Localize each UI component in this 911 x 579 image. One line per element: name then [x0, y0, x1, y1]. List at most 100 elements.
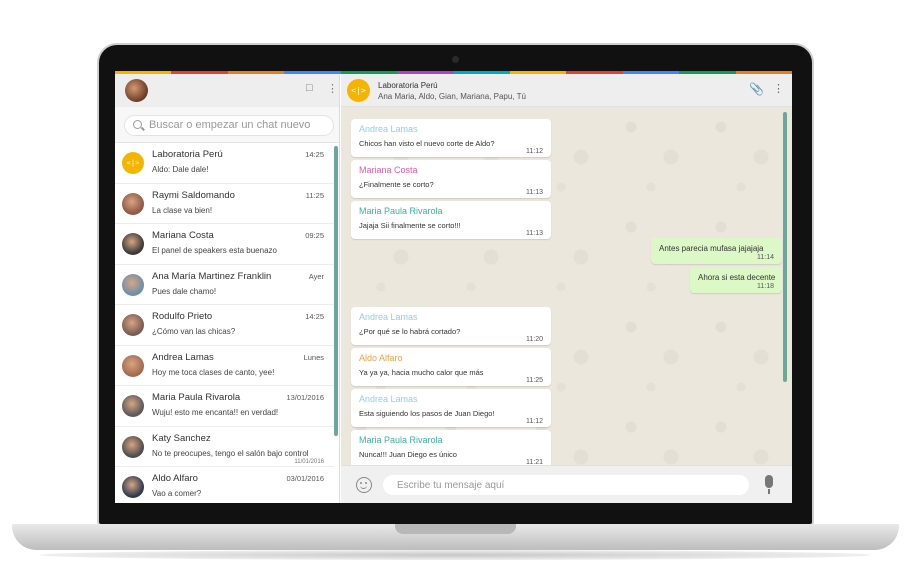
avatar — [122, 273, 144, 296]
chat-preview: La clase va bien! — [152, 205, 213, 215]
emoji-icon[interactable] — [356, 477, 372, 493]
avatar — [122, 233, 144, 255]
message-text: Antes parecia mufasa jajajaja — [659, 244, 764, 253]
avatar[interactable] — [125, 79, 148, 102]
chat-list-item[interactable]: Andrea Lamas Lunes Hoy me toca clases de c… — [115, 346, 334, 386]
incoming-message[interactable]: Andrea Lamas Chicos han visto el nuevo co… — [351, 119, 551, 157]
chat-list: <|> Laboratoria Perú 14:25 Aldo: Dale dale!… — [115, 143, 334, 503]
incoming-message[interactable]: Andrea Lamas Esta siguiendo los pasos de … — [351, 389, 551, 427]
incoming-message[interactable]: Maria Paula Rivarola Nunca!!! Juan Diego … — [351, 430, 551, 465]
chat-list-item[interactable]: Ana María Martinez Franklin Ayer Pues dale… — [115, 265, 334, 305]
whatsapp-web-screen: □ ⋮ <|> Laboratoria Perú 14:25 Aldo: Dale d… — [115, 71, 792, 503]
message-text: Ahora si esta decente — [698, 273, 776, 282]
menu-dots-icon[interactable]: ⋮ — [327, 82, 338, 95]
microphone-icon[interactable] — [765, 475, 773, 494]
conversation-header[interactable]: <|> Laboratoria Perú Ana Maria, Aldo, Gi… — [341, 74, 792, 107]
outgoing-message[interactable]: Antes parecia mufasa jajajaja 11:14 — [651, 238, 782, 264]
chat-time: 09:25 — [305, 231, 324, 240]
message-sender: Andrea Lamas — [359, 394, 418, 404]
chat-preview: El panel de speakers esta buenazo — [152, 246, 277, 255]
laptop-mockup: □ ⋮ <|> Laboratoria Perú 14:25 Aldo: Dale d… — [0, 0, 911, 579]
message-sender: Mariana Costa — [359, 165, 418, 175]
avatar — [122, 476, 144, 498]
chat-name: Rodulfo Prieto — [152, 311, 213, 322]
message-time: 11:13 — [526, 230, 543, 237]
chat-list-item[interactable]: Raymi Saldomando 11:25 La clase va bien! — [115, 184, 334, 224]
message-text: Nunca!!! Juan Diego es único — [359, 450, 457, 459]
chat-list-item[interactable]: <|> Laboratoria Perú 14:25 Aldo: Dale dale! — [115, 143, 334, 184]
avatar — [122, 192, 144, 215]
menu-dots-icon[interactable]: ⋮ — [773, 82, 784, 95]
outgoing-message[interactable]: Ahora si esta decente 11:18 — [690, 267, 782, 293]
avatar — [122, 435, 144, 458]
chat-preview: Vao a comer? — [152, 489, 202, 498]
new-chat-icon[interactable]: □ — [306, 82, 313, 94]
message-text: Chicos han visto el nuevo corte de Aldo? — [359, 139, 495, 148]
incoming-message[interactable]: Andrea Lamas ¿Por qué se lo habrá cortado… — [351, 307, 551, 345]
chat-list-item[interactable]: Rodulfo Prieto 14:25 ¿Cómo van las chicas? — [115, 305, 334, 346]
message-input[interactable] — [383, 475, 749, 495]
chat-preview: Wuju! esto me encanta!! en verdad! — [152, 408, 279, 417]
message-sender: Maria Paula Rivarola — [359, 206, 443, 216]
message-text: ¿Por qué se lo habrá cortado? — [359, 327, 461, 336]
message-text: ¿Finalmente se corto? — [359, 180, 434, 189]
message-area: Andrea Lamas Chicos han visto el nuevo co… — [341, 107, 792, 465]
avatar — [122, 395, 144, 417]
camera-icon — [452, 56, 459, 63]
message-sender: Andrea Lamas — [359, 124, 418, 134]
search-icon — [133, 120, 142, 129]
conversation-scrollbar[interactable] — [783, 112, 787, 382]
chat-time: 14:25 — [305, 312, 324, 321]
incoming-message[interactable]: Maria Paula Rivarola Jajaja Sii finalment… — [351, 201, 551, 239]
chat-name: Katy Sanchez — [152, 432, 211, 444]
laptop-shadow — [40, 550, 871, 560]
chat-time: 11/01/2016 — [294, 458, 324, 465]
chat-time: 13/01/2016 — [286, 393, 324, 402]
chat-time: Lunes — [303, 352, 324, 362]
chat-name: Aldo Alfaro — [152, 473, 198, 484]
message-time: 11:12 — [526, 148, 543, 155]
message-time: 11:25 — [526, 377, 543, 384]
chat-time: 14:25 — [305, 150, 324, 159]
chat-time: Ayer — [308, 271, 324, 281]
chat-list-item[interactable]: Katy Sanchez 11/01/2016 No te preocupes, t… — [115, 427, 334, 467]
chat-name: Maria Paula Rivarola — [152, 392, 241, 403]
chat-preview: ¿Cómo van las chicas? — [152, 327, 236, 336]
chat-name: Andrea Lamas — [152, 351, 214, 363]
message-sender: Aldo Alfaro — [359, 353, 403, 363]
message-time: 11:12 — [526, 418, 543, 425]
chat-sidebar: □ ⋮ <|> Laboratoria Perú 14:25 Aldo: Dale d… — [115, 74, 340, 503]
message-sender: Andrea Lamas — [359, 312, 418, 322]
avatar — [122, 354, 144, 377]
chat-time: 11:25 — [305, 190, 324, 200]
avatar: <|> — [122, 152, 144, 174]
attach-clip-icon[interactable]: 📎 — [749, 82, 764, 96]
chat-name: Ana María Martinez Franklin — [152, 270, 272, 282]
sidebar-header: □ ⋮ — [115, 74, 339, 107]
chat-name: Raymi Saldomando — [152, 189, 235, 201]
chat-preview: No te preocupes, tengo el salón bajo con… — [152, 448, 309, 458]
sidebar-scrollbar[interactable] — [334, 146, 338, 436]
chat-time: 03/01/2016 — [286, 474, 324, 483]
message-text: Jajaja Sii finalmente se corto!!! — [359, 221, 461, 230]
chat-list-item[interactable]: Maria Paula Rivarola 13/01/2016 Wuju! esto… — [115, 386, 334, 427]
chat-list-item[interactable]: Aldo Alfaro 03/01/2016 Vao a comer? — [115, 467, 334, 503]
chat-list-item[interactable]: Mariana Costa 09:25 El panel de speakers e… — [115, 224, 334, 265]
message-composer — [341, 465, 792, 503]
incoming-message[interactable]: Aldo Alfaro Ya ya ya, hacia mucho calor q… — [351, 348, 551, 386]
message-text: Esta siguiendo los pasos de Juan Diego! — [359, 409, 495, 418]
search-box[interactable] — [124, 115, 334, 136]
conversation-panel: <|> Laboratoria Perú Ana Maria, Aldo, Gi… — [341, 74, 792, 503]
chat-preview: Hoy me toca clases de canto, yee! — [152, 367, 275, 377]
conversation-title: Laboratoria Perú — [378, 81, 438, 90]
group-avatar[interactable]: <|> — [347, 79, 370, 102]
incoming-message[interactable]: Mariana Costa ¿Finalmente se corto? 11:13 — [351, 160, 551, 198]
laptop-notch — [395, 524, 516, 534]
chat-name: Laboratoria Perú — [152, 149, 223, 160]
chat-name: Mariana Costa — [152, 230, 214, 241]
message-time: 11:13 — [526, 189, 543, 196]
search-bar — [115, 107, 339, 143]
message-sender: Maria Paula Rivarola — [359, 435, 443, 445]
search-input[interactable] — [149, 119, 329, 131]
conversation-members: Ana Maria, Aldo, Gian, Mariana, Papu, Tú — [378, 92, 526, 101]
